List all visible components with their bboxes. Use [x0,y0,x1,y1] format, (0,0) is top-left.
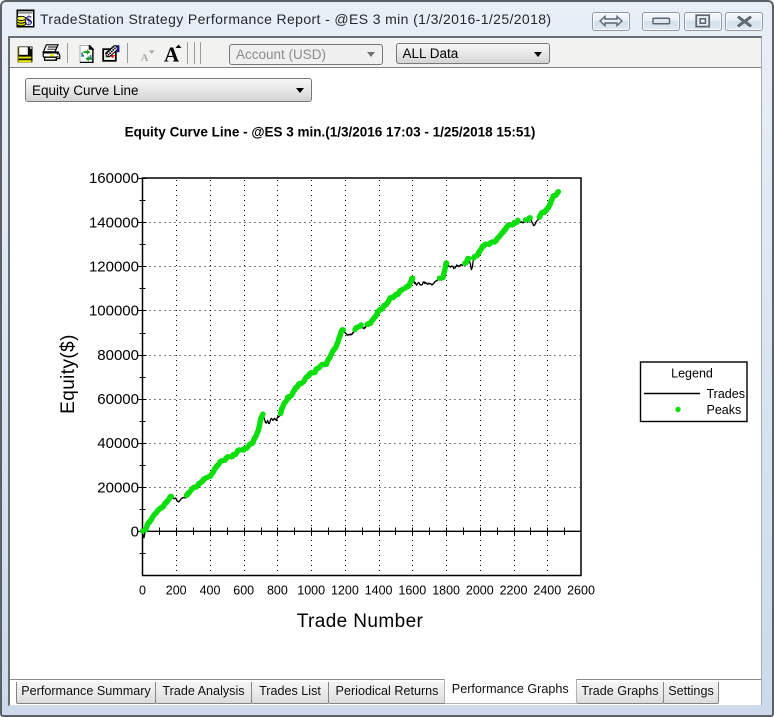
svg-text:A: A [141,52,149,63]
svg-text:1800: 1800 [432,584,460,598]
svg-text:2400: 2400 [533,584,561,598]
svg-text:Trades: Trades [707,387,745,401]
svg-text:400: 400 [200,584,221,598]
svg-text:Peaks: Peaks [707,403,742,417]
svg-text:20000: 20000 [97,479,139,496]
svg-text:Legend: Legend [671,367,713,381]
svg-text:40000: 40000 [97,435,139,452]
svg-text:200: 200 [166,584,187,598]
svg-text:Trade Number: Trade Number [297,611,424,632]
svg-text:Equity($): Equity($) [58,334,79,414]
svg-text:$: $ [26,13,33,28]
svg-text:0: 0 [131,524,139,541]
svg-text:140000: 140000 [89,214,139,231]
svg-text:2200: 2200 [500,584,528,598]
svg-text:800: 800 [267,584,288,598]
svg-text:80000: 80000 [97,347,139,364]
svg-text:120000: 120000 [89,259,139,276]
svg-text:100000: 100000 [89,303,139,320]
svg-text:1400: 1400 [365,584,393,598]
svg-text:60000: 60000 [97,391,139,408]
svg-text:0: 0 [139,584,146,598]
svg-text:160000: 160000 [89,170,139,187]
svg-text:1000: 1000 [297,584,325,598]
svg-text:2600: 2600 [567,584,595,598]
svg-text:600: 600 [233,584,254,598]
svg-text:Equity Curve Line - @ES 3 min.: Equity Curve Line - @ES 3 min.(1/3/2016 … [125,125,536,140]
svg-text:1200: 1200 [331,584,359,598]
svg-text:1600: 1600 [398,584,426,598]
svg-text:2000: 2000 [466,584,494,598]
